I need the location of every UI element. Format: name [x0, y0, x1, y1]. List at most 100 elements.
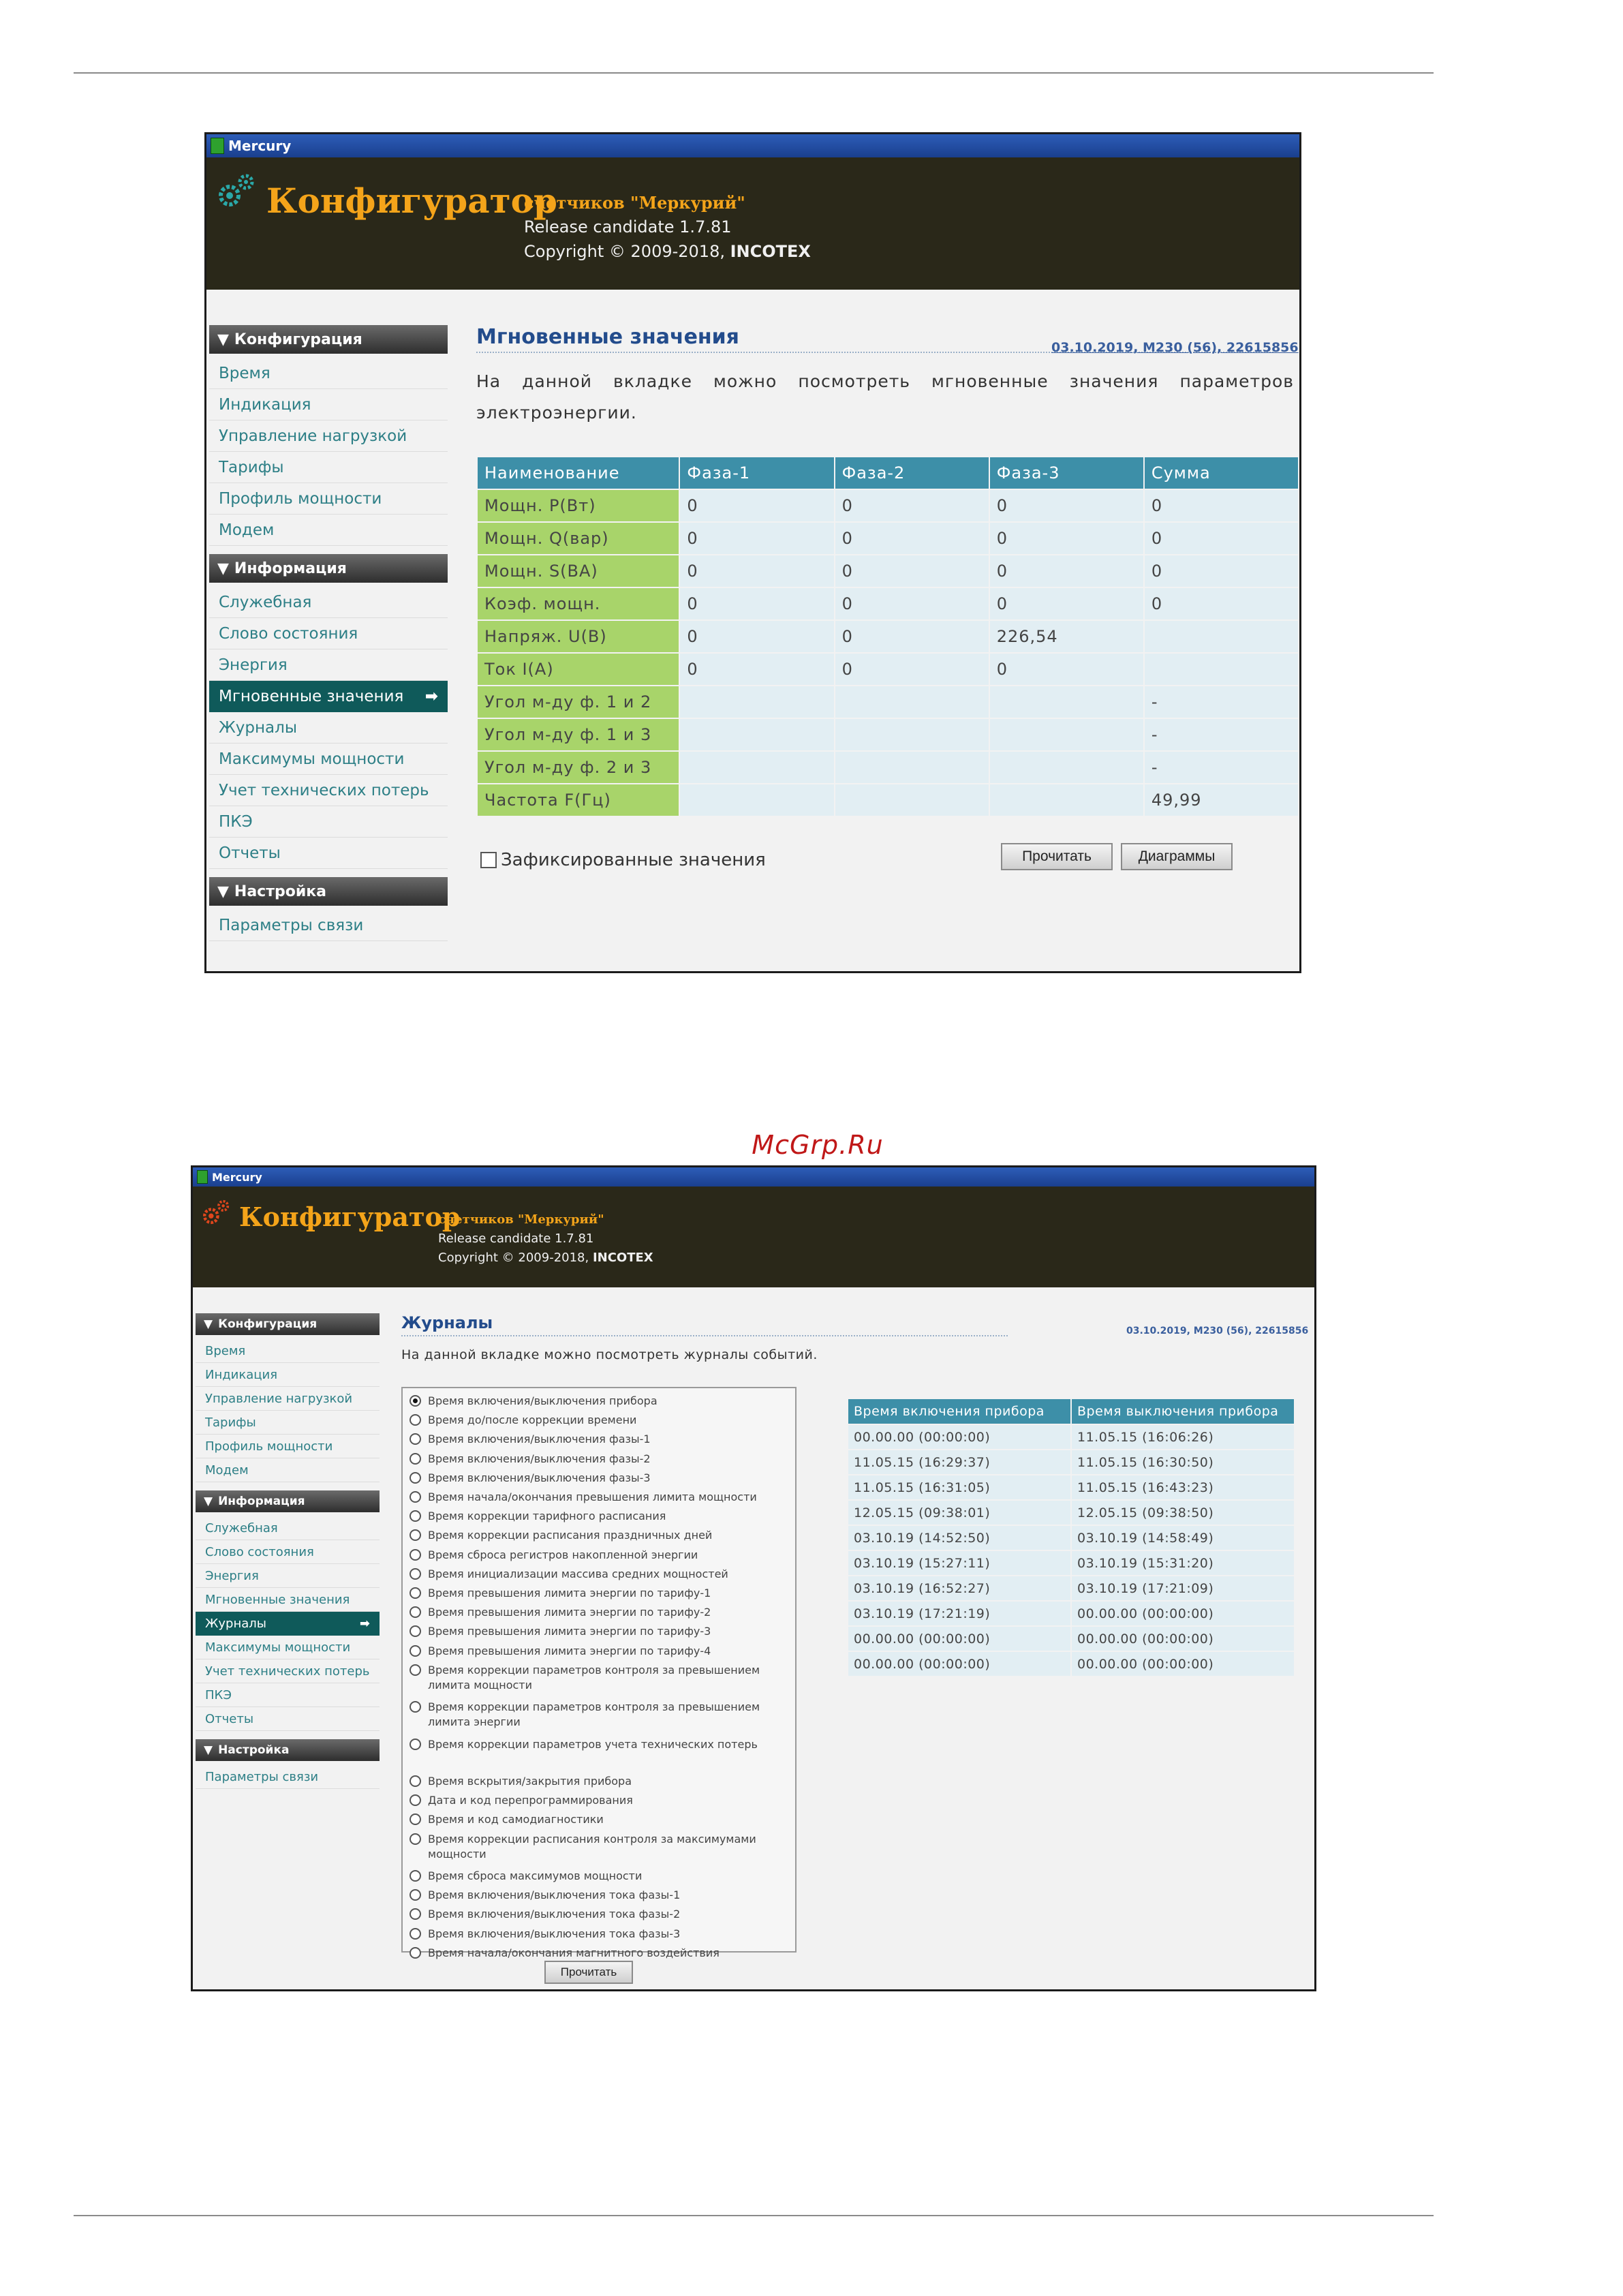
sidebar-item[interactable]: Журналы ➡ [196, 1612, 380, 1636]
journal-radio-option[interactable]: Время начала/окончания магнитного воздей… [409, 1946, 764, 1961]
journal-radio-option[interactable]: Время включения/выключения фазы-2 [409, 1452, 764, 1467]
radio-button-icon[interactable] [409, 1433, 421, 1445]
journal-radio-option[interactable]: Время включения/выключения фазы-1 [409, 1432, 764, 1447]
journal-radio-option[interactable]: Время и код самодиагностики [409, 1812, 764, 1827]
sidebar-section-header[interactable]: ▼ Информация [209, 554, 448, 583]
sidebar-item[interactable]: Время [209, 358, 448, 389]
radio-button-icon[interactable] [409, 1567, 421, 1580]
radio-button-icon[interactable] [409, 1510, 421, 1522]
device-meta[interactable]: 03.10.2019, M230 (56), 22615856 [1126, 1326, 1308, 1336]
journal-radio-option[interactable]: Время включения/выключения фазы-3 [409, 1471, 764, 1486]
journal-radio-option[interactable]: Время инициализации массива средних мощн… [409, 1567, 764, 1582]
sidebar-item[interactable]: Служебная [196, 1516, 380, 1540]
journal-radio-option[interactable]: Время коррекции параметров контроля за п… [409, 1700, 764, 1730]
radio-button-icon[interactable] [409, 1813, 421, 1826]
radio-button-icon[interactable] [409, 1833, 421, 1845]
journal-radio-option[interactable]: Время включения/выключения тока фазы-1 [409, 1888, 764, 1903]
journal-radio-option[interactable]: Время коррекции параметров контроля за п… [409, 1663, 764, 1693]
journal-radio-option[interactable]: Время вскрытия/закрытия прибора [409, 1774, 764, 1789]
radio-button-icon[interactable] [409, 1664, 421, 1676]
journal-radio-option[interactable]: Время коррекции тарифного расписания [409, 1509, 764, 1524]
sidebar-section-header[interactable]: ▼ Настройка [209, 877, 448, 906]
sidebar-item[interactable]: Энергия [209, 649, 448, 681]
sidebar-item[interactable]: Параметры связи [209, 910, 448, 941]
window-titlebar[interactable]: Mercury [206, 134, 1299, 157]
sidebar-item[interactable]: ПКЭ [196, 1683, 380, 1707]
sidebar-item[interactable]: Параметры связи [196, 1765, 380, 1789]
sidebar-item[interactable]: Мгновенные значения [196, 1588, 380, 1612]
charts-button[interactable]: Диаграммы [1121, 843, 1233, 870]
radio-button-icon[interactable] [409, 1889, 421, 1901]
journal-radio-option[interactable]: Время превышения лимита энергии по тариф… [409, 1605, 764, 1620]
read-button[interactable]: Прочитать [1001, 843, 1113, 870]
journal-radio-option[interactable]: Время до/после коррекции времени [409, 1413, 764, 1428]
radio-button-icon[interactable] [409, 1946, 421, 1959]
read-button[interactable]: Прочитать [544, 1961, 633, 1984]
radio-button-icon[interactable] [409, 1908, 421, 1920]
journal-radio-option[interactable]: Время превышения лимита энергии по тариф… [409, 1586, 764, 1601]
sidebar-item[interactable]: Тарифы [196, 1411, 380, 1435]
radio-button-icon[interactable] [409, 1471, 421, 1484]
sidebar-item[interactable]: Профиль мощности [196, 1435, 380, 1458]
sidebar-section-header[interactable]: ▼ Настройка [196, 1739, 380, 1761]
radio-button-icon[interactable] [409, 1625, 421, 1638]
journal-radio-option[interactable]: Время включения/выключения тока фазы-2 [409, 1907, 764, 1922]
journal-radio-option[interactable]: Время превышения лимита энергии по тариф… [409, 1624, 764, 1639]
sidebar-item[interactable]: Энергия [196, 1564, 380, 1588]
sidebar-item[interactable]: Учет технических потерь [209, 775, 448, 806]
checkbox-box[interactable] [480, 852, 497, 868]
sidebar-item[interactable]: ПКЭ [209, 806, 448, 838]
radio-button-icon[interactable] [409, 1548, 421, 1561]
device-meta[interactable]: 03.10.2019, M230 (56), 22615856 [1051, 340, 1299, 355]
window-titlebar[interactable]: Mercury [193, 1167, 1314, 1187]
sidebar-item[interactable]: Время [196, 1339, 380, 1363]
sidebar-item[interactable]: Индикация [209, 389, 448, 420]
sidebar-item[interactable]: Отчеты [196, 1707, 380, 1731]
radio-button-icon[interactable] [409, 1644, 421, 1657]
sidebar-item[interactable]: Слово состояния [196, 1540, 380, 1564]
sidebar-item[interactable]: Журналы [209, 712, 448, 744]
journal-radio-option[interactable]: Время начала/окончания превышения лимита… [409, 1490, 764, 1505]
radio-button-icon[interactable] [409, 1587, 421, 1599]
sidebar-section-header[interactable]: ▼ Информация [196, 1490, 380, 1512]
journal-radio-option[interactable]: Время коррекции расписания контроля за м… [409, 1832, 764, 1862]
radio-button-icon[interactable] [409, 1452, 421, 1465]
radio-button-icon[interactable] [409, 1794, 421, 1807]
journal-radio-option[interactable]: Время коррекции расписания праздничных д… [409, 1528, 764, 1543]
sidebar-item[interactable]: Мгновенные значения ➡ [209, 681, 448, 712]
journal-radio-option[interactable]: Время сброса регистров накопленной энерг… [409, 1548, 764, 1563]
sidebar-item[interactable]: Максимумы мощности [196, 1636, 380, 1659]
sidebar-section-header[interactable]: ▼ Конфигурация [196, 1313, 380, 1335]
journal-radio-option[interactable]: Время превышения лимита энергии по тариф… [409, 1644, 764, 1659]
journal-radio-option[interactable]: Дата и код перепрограммирования [409, 1793, 764, 1808]
sidebar-item[interactable]: Максимумы мощности [209, 744, 448, 775]
arrow-right-icon: ➡ [424, 688, 438, 705]
fixed-values-checkbox[interactable]: Зафиксированные значения [480, 850, 766, 870]
sidebar-item[interactable]: Управление нагрузкой [209, 420, 448, 452]
sidebar-item[interactable]: Профиль мощности [209, 483, 448, 515]
sidebar-item[interactable]: Слово состояния [209, 618, 448, 649]
radio-button-icon[interactable] [409, 1927, 421, 1940]
radio-button-icon[interactable] [409, 1701, 421, 1713]
radio-button-icon[interactable] [409, 1414, 421, 1426]
radio-button-icon[interactable] [409, 1529, 421, 1542]
sidebar-item[interactable]: Модем [209, 515, 448, 546]
sidebar-item[interactable]: Отчеты [209, 838, 448, 869]
sidebar-section-header[interactable]: ▼ Конфигурация [209, 325, 448, 354]
radio-button-icon[interactable] [409, 1870, 421, 1882]
sidebar-item[interactable]: Управление нагрузкой [196, 1387, 380, 1411]
sidebar-item[interactable]: Учет технических потерь [196, 1659, 380, 1683]
sidebar-item[interactable]: Индикация [196, 1363, 380, 1387]
journal-radio-option[interactable]: Время включения/выключения тока фазы-3 [409, 1927, 764, 1942]
journal-radio-option[interactable]: Время сброса максимумов мощности [409, 1869, 764, 1884]
radio-button-icon[interactable] [409, 1491, 421, 1503]
radio-button-icon[interactable] [409, 1738, 421, 1750]
sidebar-item[interactable]: Модем [196, 1458, 380, 1482]
sidebar-item[interactable]: Служебная [209, 587, 448, 618]
sidebar-item[interactable]: Тарифы [209, 452, 448, 483]
journal-radio-option[interactable]: Время включения/выключения прибора [409, 1394, 764, 1409]
radio-button-icon[interactable] [409, 1395, 421, 1407]
radio-button-icon[interactable] [409, 1606, 421, 1619]
radio-button-icon[interactable] [409, 1775, 421, 1787]
journal-radio-option[interactable]: Время коррекции параметров учета техниче… [409, 1737, 764, 1752]
